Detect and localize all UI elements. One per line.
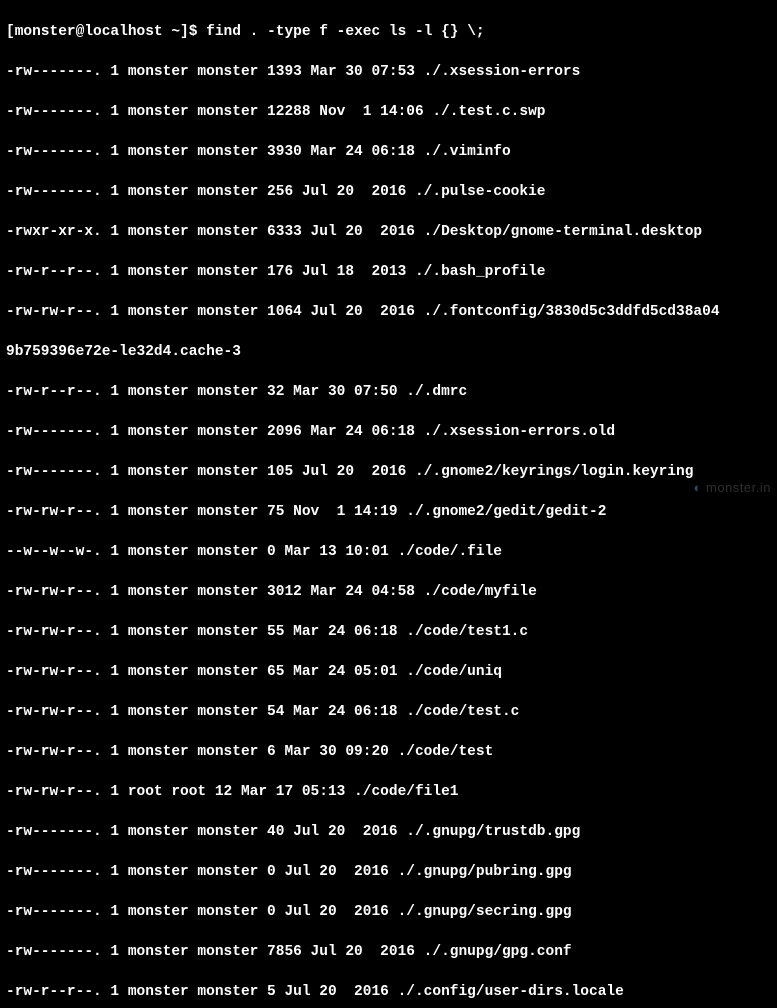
output-line: 9b759396e72e-le32d4.cache-3 bbox=[6, 342, 771, 362]
output-line: -rw-------. 1 monster monster 12288 Nov … bbox=[6, 102, 771, 122]
prompt-user-host: monster@localhost bbox=[15, 24, 163, 40]
output-line: -rw-rw-r--. 1 monster monster 55 Mar 24 … bbox=[6, 622, 771, 642]
output-line: -rw-------. 1 monster monster 0 Jul 20 2… bbox=[6, 862, 771, 882]
output-line: -rw-rw-r--. 1 monster monster 3012 Mar 2… bbox=[6, 582, 771, 602]
output-line: -rw-rw-r--. 1 monster monster 75 Nov 1 1… bbox=[6, 502, 771, 522]
output-line: -rw-rw-r--. 1 monster monster 54 Mar 24 … bbox=[6, 702, 771, 722]
output-line: -rw-------. 1 monster monster 256 Jul 20… bbox=[6, 182, 771, 202]
output-line: -rw-------. 1 monster monster 40 Jul 20 … bbox=[6, 822, 771, 842]
watermark-icon: ◐ bbox=[694, 480, 702, 495]
output-line: --w--w--w-. 1 monster monster 0 Mar 13 1… bbox=[6, 542, 771, 562]
watermark-text: monster.in bbox=[706, 480, 771, 495]
output-line: -rw-------. 1 monster monster 3930 Mar 2… bbox=[6, 142, 771, 162]
prompt-cwd: ~ bbox=[171, 24, 180, 40]
watermark: ◐ monster.in bbox=[694, 478, 771, 498]
output-line: -rw-------. 1 monster monster 7856 Jul 2… bbox=[6, 942, 771, 962]
output-line: -rw-r--r--. 1 monster monster 5 Jul 20 2… bbox=[6, 982, 771, 1002]
output-line: -rw-r--r--. 1 monster monster 32 Mar 30 … bbox=[6, 382, 771, 402]
output-line: -rw-------. 1 monster monster 105 Jul 20… bbox=[6, 462, 771, 482]
output-line: -rw-rw-r--. 1 monster monster 1064 Jul 2… bbox=[6, 302, 771, 322]
prompt-line: [monster@localhost ~]$ find . -type f -e… bbox=[6, 22, 771, 42]
output-line: -rw-------. 1 monster monster 0 Jul 20 2… bbox=[6, 902, 771, 922]
output-line: -rw-rw-r--. 1 monster monster 6 Mar 30 0… bbox=[6, 742, 771, 762]
output-line: -rw-rw-r--. 1 monster monster 65 Mar 24 … bbox=[6, 662, 771, 682]
output-line: -rw-------. 1 monster monster 2096 Mar 2… bbox=[6, 422, 771, 442]
output-line: -rw-------. 1 monster monster 1393 Mar 3… bbox=[6, 62, 771, 82]
output-line: -rw-r--r--. 1 monster monster 176 Jul 18… bbox=[6, 262, 771, 282]
output-line: -rwxr-xr-x. 1 monster monster 6333 Jul 2… bbox=[6, 222, 771, 242]
command-text: find . -type f -exec ls -l {} \; bbox=[206, 24, 484, 40]
prompt-delimiter: ]$ bbox=[180, 24, 206, 40]
output-line: -rw-rw-r--. 1 root root 12 Mar 17 05:13 … bbox=[6, 782, 771, 802]
terminal-output[interactable]: [monster@localhost ~]$ find . -type f -e… bbox=[6, 2, 771, 1008]
